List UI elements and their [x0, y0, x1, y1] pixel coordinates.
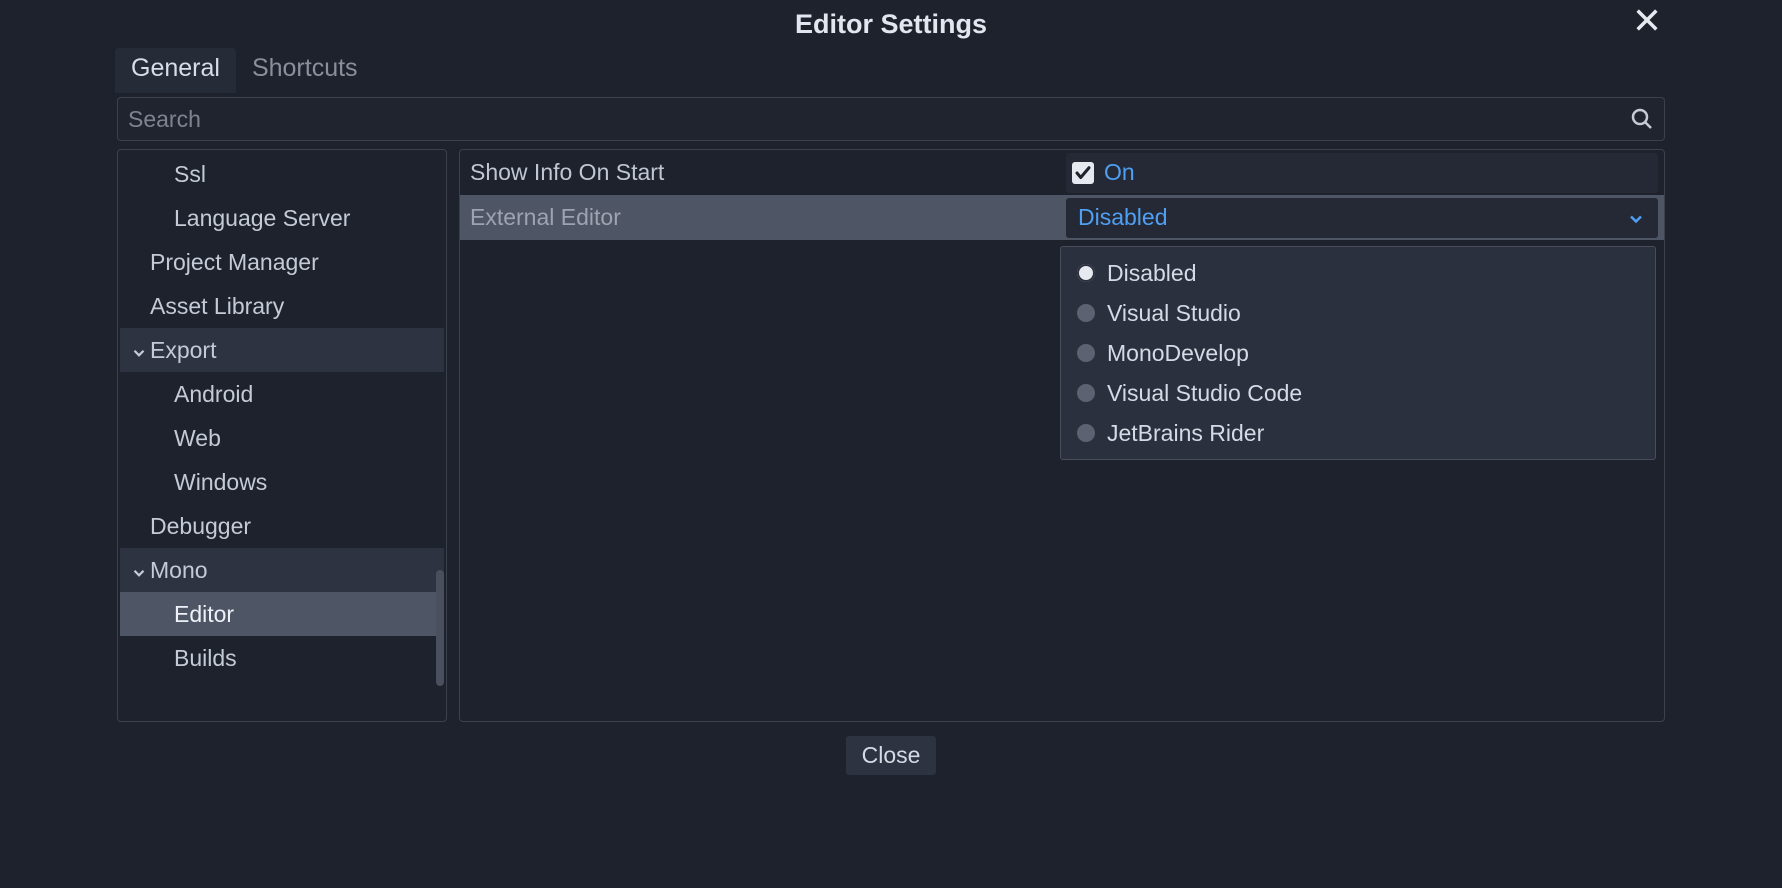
dropdown-option-label: Visual Studio Code: [1107, 380, 1302, 407]
prop-show-info-on-start: Show Info On Start On: [460, 150, 1664, 195]
tree-item-label: Project Manager: [120, 249, 319, 276]
window-title: Editor Settings: [795, 9, 987, 40]
category-tree[interactable]: Ssl Language Server Project Manager Asset L…: [117, 149, 447, 722]
dropdown-option-label: Disabled: [1107, 260, 1197, 287]
checkmark-icon: [1072, 162, 1094, 184]
tree-item-export[interactable]: Export: [120, 328, 444, 372]
prop-label: Show Info On Start: [460, 159, 1060, 186]
footer: Close: [111, 728, 1671, 782]
tree-item-label: Ssl: [120, 161, 206, 188]
tree-item-label: Android: [120, 381, 253, 408]
tree-item-editor[interactable]: Editor: [120, 592, 444, 636]
on-label: On: [1104, 159, 1135, 186]
tree-item-label: Builds: [120, 645, 237, 672]
radio-icon: [1077, 384, 1095, 402]
dropdown-option[interactable]: MonoDevelop: [1065, 333, 1651, 373]
external-editor-dropdown[interactable]: Disabled: [1066, 198, 1658, 238]
tree-item-label: Windows: [120, 469, 267, 496]
tab-general[interactable]: General: [115, 48, 236, 93]
tree-item-windows[interactable]: Windows: [120, 460, 444, 504]
radio-icon: [1077, 304, 1095, 322]
search-input[interactable]: [128, 106, 1630, 133]
prop-external-editor: External Editor Disabled: [460, 195, 1664, 240]
titlebar: Editor Settings: [111, 0, 1671, 48]
chevron-down-icon: [130, 341, 148, 359]
search-wrap: [111, 93, 1671, 147]
tree-item-label: Asset Library: [120, 293, 284, 320]
tree-item-builds[interactable]: Builds: [120, 636, 444, 680]
tree-item-label: Language Server: [120, 205, 350, 232]
dropdown-option[interactable]: Disabled: [1065, 253, 1651, 293]
tree-item-android[interactable]: Android: [120, 372, 444, 416]
dropdown-option[interactable]: Visual Studio Code: [1065, 373, 1651, 413]
close-button[interactable]: Close: [846, 736, 937, 775]
dropdown-selected: Disabled: [1078, 204, 1168, 231]
dropdown-option-label: Visual Studio: [1107, 300, 1241, 327]
search-bar[interactable]: [117, 97, 1665, 141]
tree-item-label: Editor: [120, 601, 234, 628]
tree-item-label: Web: [120, 425, 221, 452]
chevron-down-icon: [1626, 208, 1646, 228]
tree-item-web[interactable]: Web: [120, 416, 444, 460]
tab-shortcuts[interactable]: Shortcuts: [236, 48, 374, 93]
search-icon: [1630, 107, 1654, 131]
external-editor-options[interactable]: Disabled Visual Studio MonoDevelop Visual S…: [1060, 246, 1656, 460]
sidebar-scrollbar[interactable]: [436, 570, 444, 686]
tree-item-mono[interactable]: Mono: [120, 548, 444, 592]
tree-item-label: Debugger: [120, 513, 251, 540]
dropdown-option-label: MonoDevelop: [1107, 340, 1249, 367]
prop-label: External Editor: [460, 204, 1060, 231]
tree-item-debugger[interactable]: Debugger: [120, 504, 444, 548]
tree-item-asset-library[interactable]: Asset Library: [120, 284, 444, 328]
dropdown-option[interactable]: JetBrains Rider: [1065, 413, 1651, 453]
radio-icon: [1077, 344, 1095, 362]
show-info-checkbox[interactable]: On: [1066, 153, 1658, 193]
tree-item-language-server[interactable]: Language Server: [120, 196, 444, 240]
close-icon[interactable]: [1633, 6, 1661, 34]
dropdown-option-label: JetBrains Rider: [1107, 420, 1264, 447]
radio-icon: [1077, 264, 1095, 282]
tabs: General Shortcuts: [111, 48, 1671, 93]
radio-icon: [1077, 424, 1095, 442]
editor-settings-window: Editor Settings General Shortcuts Ssl Lan…: [111, 0, 1671, 782]
dropdown-option[interactable]: Visual Studio: [1065, 293, 1651, 333]
chevron-down-icon: [130, 561, 148, 579]
tree-item-project-manager[interactable]: Project Manager: [120, 240, 444, 284]
tree-item-ssl[interactable]: Ssl: [120, 152, 444, 196]
properties-panel: Show Info On Start On External Editor: [459, 149, 1665, 722]
